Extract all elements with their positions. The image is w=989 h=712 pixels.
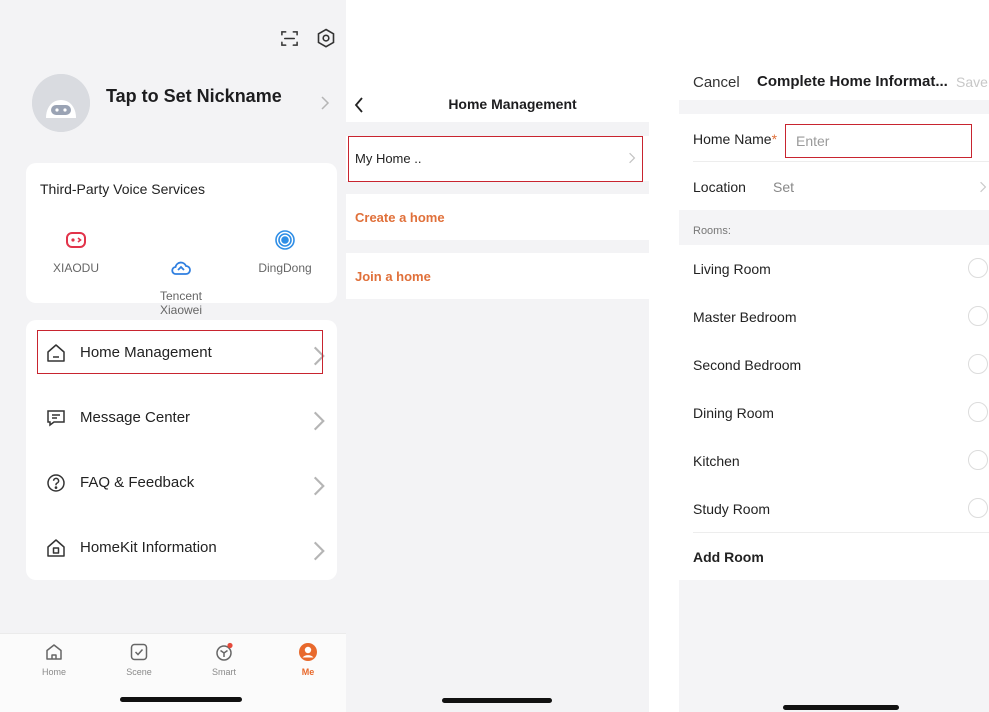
menu-label: HomeKit Information bbox=[80, 539, 217, 556]
dingdong-icon bbox=[274, 229, 296, 251]
scan-icon[interactable] bbox=[280, 29, 299, 48]
room-label: Master Bedroom bbox=[693, 309, 797, 325]
rooms-caption: Rooms: bbox=[693, 225, 731, 237]
room-radio[interactable] bbox=[968, 306, 988, 326]
divider bbox=[693, 532, 989, 533]
join-home-row[interactable]: Join a home bbox=[346, 253, 649, 299]
home-name-field[interactable] bbox=[785, 124, 972, 158]
home-name-text: Home Name bbox=[693, 131, 772, 147]
room-label: Dining Room bbox=[693, 405, 774, 421]
chevron-right-icon bbox=[309, 541, 329, 561]
menu-label: Message Center bbox=[80, 409, 191, 426]
location-label: Location bbox=[693, 179, 746, 195]
home-management-screen: Home Management My Home .. Create a home… bbox=[346, 0, 649, 712]
avatar[interactable] bbox=[32, 74, 90, 132]
cloud-icon bbox=[170, 243, 192, 275]
home-name-label: Home Name* bbox=[693, 131, 777, 147]
tab-label: Home bbox=[41, 667, 66, 677]
voice-services-title: Third-Party Voice Services bbox=[40, 181, 205, 197]
room-label: Second Bedroom bbox=[693, 357, 802, 373]
tab-label: Me bbox=[301, 667, 315, 677]
nickname-label[interactable]: Tap to Set Nickname bbox=[106, 86, 282, 107]
service-dingdong[interactable]: DingDong bbox=[245, 229, 325, 275]
homekit-icon bbox=[46, 538, 66, 558]
room-radio[interactable] bbox=[968, 258, 988, 278]
page-title: Complete Home Informat... bbox=[757, 73, 948, 90]
tab-label: Scene bbox=[126, 667, 152, 677]
room-radio[interactable] bbox=[968, 402, 988, 422]
tab-me[interactable]: Me bbox=[278, 642, 338, 677]
menu-homekit-information[interactable]: HomeKit Information bbox=[26, 515, 337, 580]
room-item[interactable]: Dining Room bbox=[679, 389, 989, 437]
join-home-link: Join a home bbox=[355, 269, 431, 284]
room-item[interactable]: Study Room bbox=[679, 485, 989, 533]
room-label: Study Room bbox=[693, 501, 771, 517]
highlight-box bbox=[348, 136, 643, 182]
service-tencent-xiaowei[interactable]: Tencent Xiaowei bbox=[141, 229, 221, 331]
room-label: Living Room bbox=[693, 261, 771, 277]
home-indicator bbox=[783, 705, 899, 710]
home-indicator bbox=[120, 697, 242, 702]
room-radio[interactable] bbox=[968, 498, 988, 518]
location-value: Set bbox=[773, 179, 795, 195]
chevron-right-icon bbox=[320, 96, 330, 110]
tab-home[interactable]: Home bbox=[24, 642, 84, 677]
menu-faq-feedback[interactable]: FAQ & Feedback bbox=[26, 450, 337, 515]
room-label: Kitchen bbox=[693, 453, 740, 469]
create-home-link: Create a home bbox=[355, 210, 445, 225]
room-item[interactable]: Master Bedroom bbox=[679, 293, 989, 341]
chevron-right-icon bbox=[309, 476, 329, 496]
chevron-right-icon bbox=[309, 411, 329, 431]
service-xiaodu[interactable]: XIAODU bbox=[36, 229, 116, 275]
room-radio[interactable] bbox=[968, 450, 988, 470]
location-row[interactable]: Location bbox=[679, 162, 989, 210]
room-item[interactable]: Kitchen bbox=[679, 437, 989, 485]
scene-tab-icon bbox=[129, 642, 149, 662]
page-title: Home Management bbox=[448, 96, 577, 112]
message-icon bbox=[46, 408, 66, 428]
smart-tab-icon bbox=[214, 642, 234, 662]
tab-smart[interactable]: Smart bbox=[194, 642, 254, 677]
xiaodu-icon bbox=[65, 229, 87, 251]
home-indicator bbox=[442, 698, 552, 703]
room-item[interactable]: Living Room bbox=[679, 245, 989, 293]
cancel-button[interactable]: Cancel bbox=[693, 74, 740, 91]
home-name-input[interactable] bbox=[786, 125, 971, 157]
tab-scene[interactable]: Scene bbox=[109, 642, 169, 677]
menu-message-center[interactable]: Message Center bbox=[26, 385, 337, 450]
highlight-box bbox=[37, 330, 323, 374]
home-tab-icon bbox=[44, 642, 64, 662]
me-tab-icon bbox=[298, 642, 318, 662]
save-button[interactable]: Save bbox=[956, 74, 988, 90]
tab-label: Smart bbox=[211, 667, 236, 677]
room-radio[interactable] bbox=[968, 354, 988, 374]
create-home-row[interactable]: Create a home bbox=[346, 194, 649, 240]
service-label: DingDong bbox=[258, 261, 312, 275]
question-icon bbox=[46, 473, 66, 493]
add-room-button[interactable]: Add Room bbox=[693, 549, 764, 565]
menu-label: FAQ & Feedback bbox=[80, 474, 195, 491]
settings-icon[interactable] bbox=[316, 28, 336, 49]
room-item[interactable]: Second Bedroom bbox=[679, 341, 989, 389]
chevron-right-icon bbox=[979, 181, 987, 193]
service-label: Tencent Xiaowei bbox=[159, 289, 203, 317]
me-screen: Tap to Set Nickname Third-Party Voice Se… bbox=[0, 0, 346, 712]
service-label: XIAODU bbox=[52, 261, 99, 275]
required-mark: * bbox=[771, 131, 778, 147]
complete-home-screen: Cancel Complete Home Informat... Save Ho… bbox=[679, 0, 989, 712]
